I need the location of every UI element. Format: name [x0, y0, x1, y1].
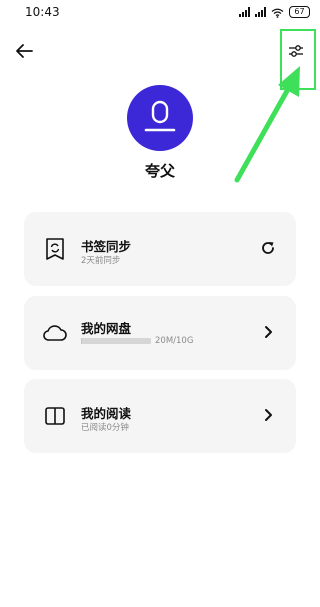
card-title: 我的阅读	[81, 406, 132, 421]
user-icon	[144, 100, 176, 132]
profile-screen: 10:43 67 夸父 书签同步 2天前同步 我的网盘 20M/10G 我的阅读…	[0, 0, 320, 607]
reading-open-button[interactable]	[258, 405, 278, 425]
book-icon	[42, 403, 68, 429]
storage-usage-text: 20M/10G	[155, 336, 194, 346]
bookmark-sync-card[interactable]: 书签同步 2天前同步	[24, 212, 296, 286]
card-subtitle: 2天前同步	[81, 256, 121, 266]
card-subtitle: 已阅读0分钟	[81, 423, 129, 433]
avatar[interactable]	[127, 85, 193, 151]
cloud-icon	[42, 320, 68, 346]
card-title: 书签同步	[81, 239, 132, 254]
cloud-drive-card[interactable]: 我的网盘 20M/10G	[24, 296, 296, 370]
my-reading-card[interactable]: 我的阅读 已阅读0分钟	[24, 379, 296, 453]
card-title: 我的网盘	[81, 321, 132, 336]
refresh-icon	[262, 242, 274, 254]
chevron-right-icon	[265, 409, 272, 421]
chevron-right-icon	[265, 326, 272, 338]
refresh-button[interactable]	[258, 238, 278, 258]
storage-progress-bar	[81, 338, 151, 344]
bookmark-sync-icon	[42, 236, 68, 262]
username[interactable]: 夸父	[100, 160, 220, 181]
cloud-drive-open-button[interactable]	[258, 322, 278, 342]
